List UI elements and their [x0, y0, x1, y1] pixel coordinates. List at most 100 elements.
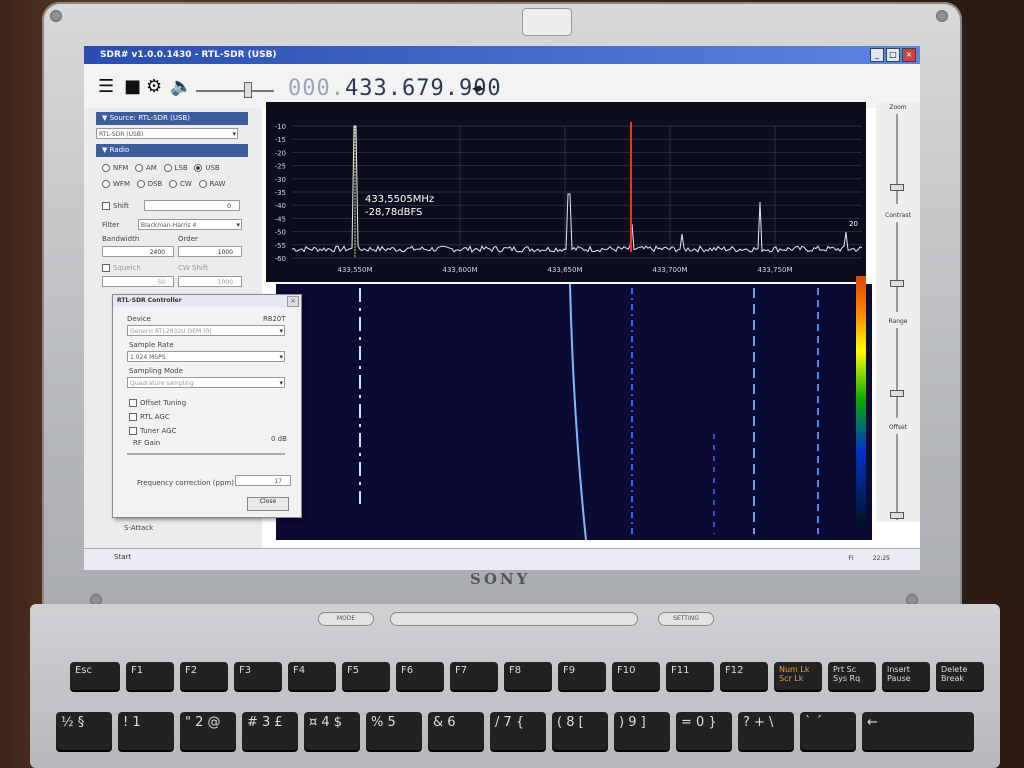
sample-rate-select[interactable]: 1.024 MSPS — [127, 351, 285, 363]
offset-slider-track[interactable] — [896, 434, 898, 520]
key-f1[interactable]: F1 — [126, 662, 174, 690]
key-f7[interactable]: F7 — [450, 662, 498, 690]
key-section[interactable]: ½ § — [56, 712, 112, 750]
key-f12[interactable]: F12 — [720, 662, 768, 690]
key-6[interactable]: & 6 — [428, 712, 484, 750]
waterfall-display[interactable] — [276, 284, 872, 540]
dialog-close-icon[interactable]: × — [287, 296, 299, 307]
setting-button[interactable]: SETTING — [658, 612, 714, 626]
key-insert[interactable]: Insert Pause — [882, 662, 930, 690]
mode-row-2: WFM DSB CW RAW — [102, 180, 225, 188]
squelch-label: Squelch — [113, 264, 141, 272]
radio-section-header[interactable]: ▼ Radio — [96, 144, 248, 157]
spectrum-plot[interactable]: -10 -15 -20 -25 -30 -35 -40 -45 -50 -55 -60 433,55… — [266, 102, 866, 282]
key-acute[interactable]: ` ´ — [800, 712, 856, 750]
dialog-close-button[interactable]: Close — [247, 497, 289, 511]
rtl-agc-checkbox[interactable] — [129, 413, 137, 421]
maximize-button[interactable]: □ — [886, 48, 900, 62]
key-f11[interactable]: F11 — [666, 662, 714, 690]
sampling-mode-select[interactable]: Quadrature sampling — [127, 377, 285, 389]
radio-usb[interactable] — [194, 164, 203, 172]
y-tick-label: -10 — [275, 123, 286, 131]
frequency-leading-digits: 000. — [288, 76, 345, 101]
radio-am[interactable] — [135, 164, 143, 172]
key-f10[interactable]: F10 — [612, 662, 660, 690]
contrast-slider-track[interactable] — [896, 222, 898, 312]
start-button[interactable]: Start — [114, 553, 131, 561]
key-prtsc[interactable]: Prt Sc Sys Rq — [828, 662, 876, 690]
key-backspace[interactable]: ← — [862, 712, 974, 750]
close-button[interactable]: × — [902, 48, 916, 62]
key-2[interactable]: " 2 @ — [180, 712, 236, 750]
speaker-icon[interactable]: 🔈 — [170, 76, 192, 97]
sample-rate-label: Sample Rate — [129, 341, 174, 349]
key-4[interactable]: ¤ 4 $ — [304, 712, 360, 750]
order-input[interactable]: 1000 — [178, 246, 242, 257]
source-section-header[interactable]: ▼ Source: RTL-SDR (USB) — [96, 112, 248, 125]
range-slider-knob[interactable] — [890, 390, 904, 397]
radio-nfm[interactable] — [102, 164, 110, 172]
filter-select[interactable]: Blackman-Harris 4 — [138, 219, 242, 231]
shift-label: Shift — [113, 202, 129, 210]
radio-cw[interactable] — [169, 180, 178, 188]
stop-icon[interactable]: ■ — [124, 76, 141, 97]
freq-correction-input[interactable]: 17 — [235, 475, 291, 486]
key-f8[interactable]: F8 — [504, 662, 552, 690]
key-f3[interactable]: F3 — [234, 662, 282, 690]
key-9[interactable]: ) 9 ] — [614, 712, 670, 750]
key-8[interactable]: ( 8 [ — [552, 712, 608, 750]
range-slider-track[interactable] — [896, 328, 898, 418]
key-7[interactable]: / 7 { — [490, 712, 546, 750]
tuner-agc-checkbox[interactable] — [129, 427, 137, 435]
radio-wfm[interactable] — [102, 180, 110, 188]
key-0[interactable]: = 0 } — [676, 712, 732, 750]
menu-icon[interactable]: ☰ — [98, 76, 114, 97]
frequency-step-arrows[interactable]: ◂▸ — [472, 81, 484, 95]
key-5[interactable]: % 5 — [366, 712, 422, 750]
device-select[interactable]: Generic RTL2832U OEM (0) — [127, 325, 285, 337]
zoom-slider-knob[interactable] — [890, 184, 904, 191]
cw-shift-label: CW Shift — [178, 264, 208, 272]
squelch-checkbox[interactable] — [102, 264, 110, 272]
key-esc[interactable]: Esc — [70, 662, 120, 690]
key-f4[interactable]: F4 — [288, 662, 336, 690]
rf-gain-slider[interactable] — [127, 453, 285, 455]
media-strip[interactable] — [390, 612, 638, 626]
key-f6[interactable]: F6 — [396, 662, 444, 690]
source-header-label: Source: RTL-SDR (USB) — [109, 114, 190, 122]
bandwidth-label: Bandwidth — [102, 235, 140, 243]
key-3[interactable]: # 3 £ — [242, 712, 298, 750]
contrast-slider-knob[interactable] — [890, 280, 904, 287]
radio-dsb[interactable] — [136, 180, 145, 188]
shift-input[interactable]: 0 — [144, 200, 240, 211]
mode-button[interactable]: MODE — [318, 612, 374, 626]
bandwidth-input[interactable]: 2400 — [102, 246, 174, 257]
language-indicator[interactable]: FI — [848, 555, 853, 562]
clock[interactable]: 22:25 — [873, 555, 890, 562]
key-plus[interactable]: ? + \ — [738, 712, 794, 750]
radio-lsb[interactable] — [163, 164, 172, 172]
shift-checkbox[interactable] — [102, 202, 110, 210]
filter-label: Filter — [102, 221, 120, 229]
radio-raw[interactable] — [198, 180, 207, 188]
key-f9[interactable]: F9 — [558, 662, 606, 690]
offset-tuning-checkbox[interactable] — [129, 399, 137, 407]
key-1[interactable]: ! 1 — [118, 712, 174, 750]
key-f2[interactable]: F2 — [180, 662, 228, 690]
y-tick-label: -60 — [275, 255, 286, 263]
minimize-button[interactable]: _ — [870, 48, 884, 62]
gear-icon[interactable]: ⚙ — [146, 76, 162, 97]
volume-slider-knob[interactable] — [244, 82, 252, 98]
volume-slider-track[interactable] — [196, 90, 274, 92]
frequency-display[interactable]: 000.433.679.900 — [288, 76, 502, 101]
source-device-select[interactable]: RTL-SDR (USB) — [96, 128, 238, 140]
key-f5[interactable]: F5 — [342, 662, 390, 690]
rf-gain-label: RF Gain — [133, 439, 161, 447]
x-tick-label: 433,750M — [758, 266, 793, 274]
key-numlk[interactable]: Num Lk Scr Lk — [774, 662, 822, 690]
squelch-input[interactable]: 50 — [102, 276, 174, 287]
cw-shift-input[interactable]: 1000 — [178, 276, 242, 287]
key-delete[interactable]: Delete Break — [936, 662, 984, 690]
offset-slider-knob[interactable] — [890, 512, 904, 519]
tuner-agc-row: Tuner AGC — [129, 427, 176, 435]
